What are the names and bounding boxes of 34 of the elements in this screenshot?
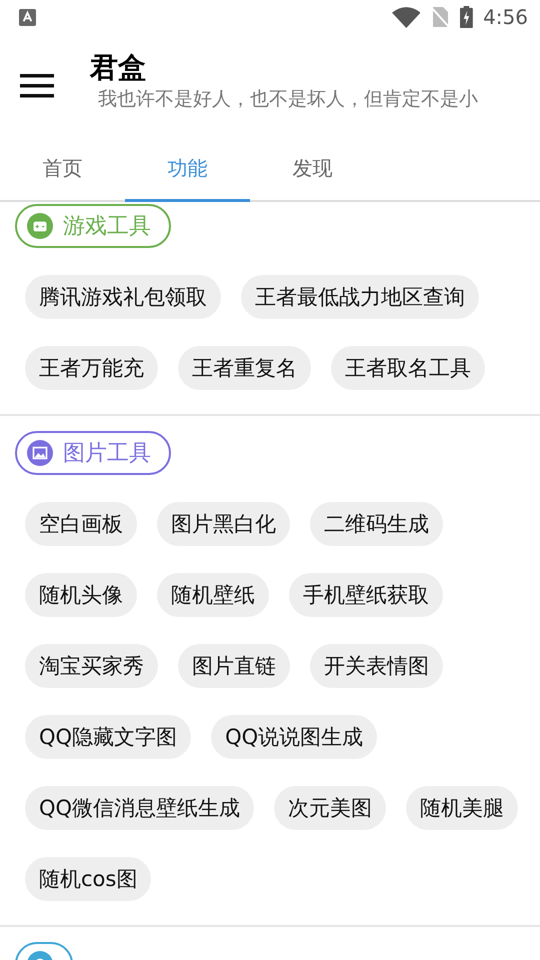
- section-header: 图片工具: [15, 431, 171, 475]
- tool-chip[interactable]: 王者重复名: [178, 346, 311, 390]
- tool-chip[interactable]: 随机美腿: [406, 786, 518, 830]
- tool-chip[interactable]: 空白画板: [25, 502, 137, 546]
- battery-icon: [460, 6, 474, 28]
- menu-icon[interactable]: [20, 74, 54, 98]
- tool-chip[interactable]: QQ隐藏文字图: [25, 715, 192, 759]
- tool-chip[interactable]: QQ说说图生成: [211, 715, 378, 759]
- tool-chip[interactable]: 图片直链: [178, 644, 290, 688]
- no-sim-icon: [430, 6, 450, 28]
- status-time: 4:56: [483, 5, 528, 29]
- tool-chip[interactable]: 开关表情图: [310, 644, 443, 688]
- section-header: 游戏工具: [15, 204, 171, 248]
- tool-chip[interactable]: 王者最低战力地区查询: [241, 275, 479, 319]
- image-icon: [27, 440, 53, 466]
- tool-chip[interactable]: 王者万能充: [25, 346, 158, 390]
- wifi-icon: [392, 6, 420, 28]
- tab[interactable]: 发现: [250, 138, 375, 200]
- tool-chip[interactable]: 图片黑白化: [157, 502, 290, 546]
- app-subtitle: 我也许不是好人，也不是坏人，但肯定不是小: [98, 87, 478, 112]
- tool-chip[interactable]: 随机头像: [25, 573, 137, 617]
- tool-chip[interactable]: 二维码生成: [310, 502, 443, 546]
- tool-chip[interactable]: 随机壁纸: [157, 573, 269, 617]
- tool-chip[interactable]: 淘宝买家秀: [25, 644, 158, 688]
- tool-chip[interactable]: 手机壁纸获取: [289, 573, 443, 617]
- app-title: 君盒: [90, 50, 147, 86]
- gamepad-icon: [27, 213, 53, 239]
- tool-chip[interactable]: QQ微信消息壁纸生成: [25, 786, 254, 830]
- tool-chip[interactable]: 随机cos图: [25, 857, 152, 901]
- tab[interactable]: 首页: [0, 138, 125, 200]
- tool-chip[interactable]: 次元美图: [274, 786, 386, 830]
- tool-chip[interactable]: 腾讯游戏礼包领取: [25, 275, 221, 319]
- tool-chip[interactable]: 王者取名工具: [331, 346, 485, 390]
- notification-icon: [19, 8, 36, 26]
